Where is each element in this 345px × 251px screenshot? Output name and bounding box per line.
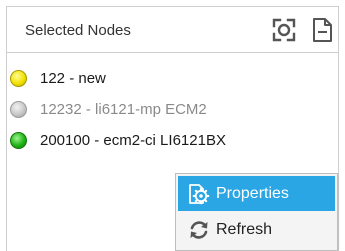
menu-item-label: Refresh: [216, 220, 273, 238]
menu-item-properties[interactable]: Properties: [178, 176, 335, 211]
node-row[interactable]: 12232 - li6121-mp ECM2: [10, 96, 320, 122]
panel-header: Selected Nodes: [7, 7, 338, 53]
node-label: 200100 - ecm2-ci LI6121BX: [40, 131, 226, 149]
node-label: 12232 - li6121-mp ECM2: [40, 100, 207, 118]
menu-item-refresh[interactable]: Refresh: [178, 212, 335, 247]
status-indicator: [10, 131, 27, 149]
panel-title: Selected Nodes: [25, 22, 131, 39]
node-label: 122 - new: [40, 69, 106, 87]
focus-frame-icon[interactable]: [271, 17, 297, 43]
status-indicator: [10, 69, 27, 87]
refresh-icon: [190, 220, 208, 239]
node-row[interactable]: 122 - new: [10, 65, 320, 91]
document-minus-icon[interactable]: [309, 17, 335, 43]
node-row[interactable]: 200100 - ecm2-ci LI6121BX: [10, 127, 320, 153]
status-indicator: [10, 100, 27, 118]
gear-document-icon: [189, 183, 210, 204]
menu-item-label: Properties: [216, 184, 289, 202]
context-menu: Properties Refresh: [175, 173, 338, 251]
